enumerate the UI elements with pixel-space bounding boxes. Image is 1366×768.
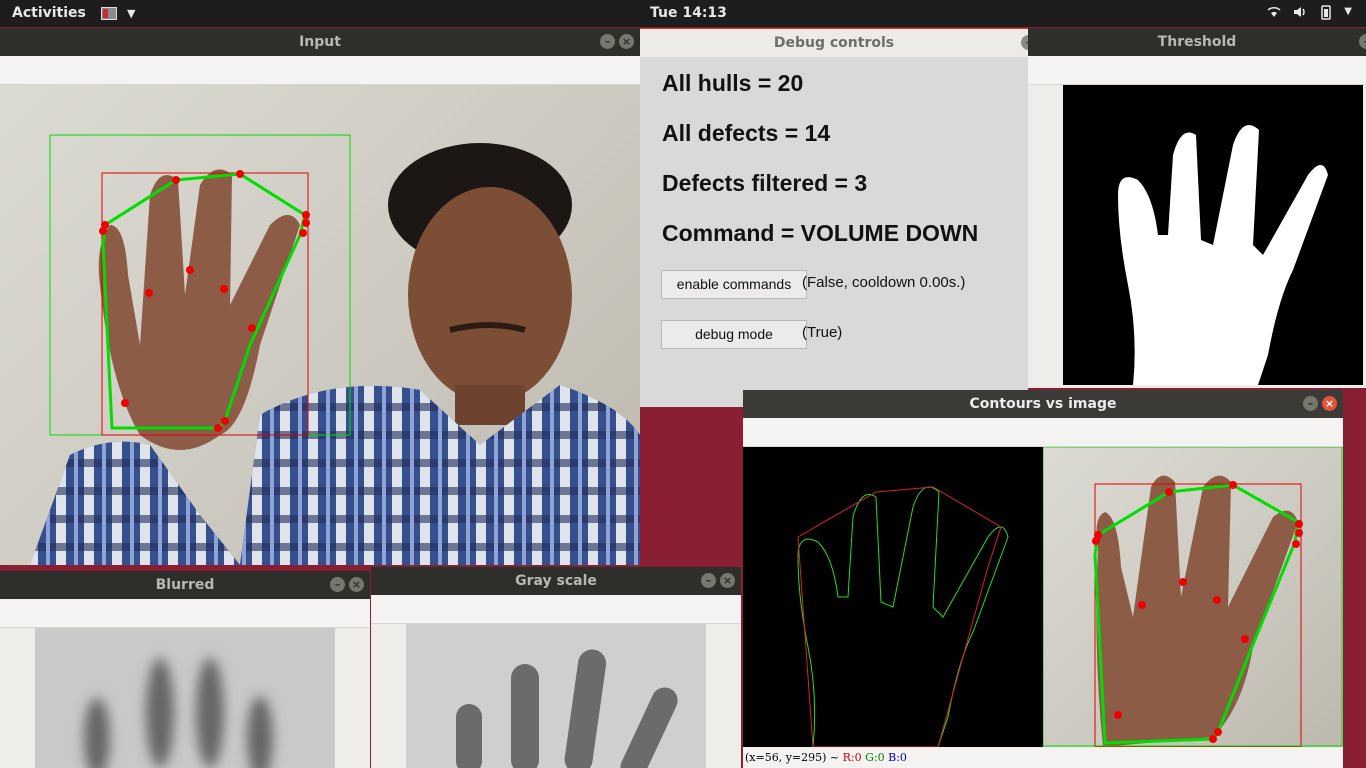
- blurred-titlebar[interactable]: Blurred – ×: [0, 571, 370, 599]
- all-hulls-label: All hulls = 20: [662, 70, 804, 96]
- toolbar: [371, 595, 741, 624]
- all-defects-label: All defects = 14: [662, 120, 831, 146]
- window-title: Threshold: [1157, 34, 1237, 50]
- contour-drawing: [797, 486, 1009, 747]
- toolbar: [0, 56, 640, 85]
- wifi-icon: [1267, 6, 1281, 17]
- minimize-icon[interactable]: –: [330, 577, 345, 592]
- enable-commands-button[interactable]: enable commands: [661, 270, 807, 299]
- top-bar: Activities ▼ Tue 14:13 ▼: [0, 0, 1366, 27]
- debug-mode-button[interactable]: debug mode: [661, 320, 807, 349]
- defects-filtered-label: Defects filtered = 3: [662, 170, 868, 196]
- system-tray[interactable]: ▼: [1266, 4, 1352, 20]
- cursor-position: (x=56, y=295) ~: [745, 751, 843, 764]
- contours-image: [743, 447, 1043, 747]
- window-title: Blurred: [155, 577, 215, 593]
- toolbar: [743, 418, 1343, 447]
- red-value: R:0: [842, 751, 862, 764]
- window-title: Input: [299, 34, 341, 50]
- threshold-window[interactable]: Threshold –: [1028, 28, 1366, 388]
- input-window[interactable]: Input – ×: [0, 28, 640, 565]
- keyboard-layout-icon[interactable]: [101, 7, 117, 20]
- contours-window[interactable]: Contours vs image – × (x=56, y=295) ~ R:…: [743, 390, 1343, 768]
- activities-button[interactable]: Activities: [12, 5, 86, 21]
- minimize-icon[interactable]: –: [1303, 396, 1318, 411]
- battery-icon: [1321, 5, 1332, 20]
- chevron-down-icon: ▼: [1344, 6, 1352, 17]
- threshold-titlebar[interactable]: Threshold –: [1028, 28, 1366, 56]
- blurred-image: [35, 628, 335, 768]
- annotated-image: [1043, 447, 1343, 747]
- minimize-icon[interactable]: –: [1021, 35, 1028, 50]
- window-title: Debug controls: [773, 35, 895, 51]
- input-titlebar[interactable]: Input – ×: [0, 28, 640, 56]
- close-icon[interactable]: ×: [349, 577, 364, 592]
- enable-commands-status: (False, cooldown 0.00s.): [802, 274, 966, 291]
- close-icon[interactable]: ×: [1322, 396, 1337, 411]
- toolbar: [0, 599, 370, 628]
- blurred-hand: [84, 658, 273, 768]
- debug-controls-window[interactable]: Debug controls – All hulls = 20 All defe…: [640, 28, 1028, 407]
- pixel-status-bar: (x=56, y=295) ~ R:0 G:0 B:0: [743, 748, 1343, 768]
- camera-feed: [0, 85, 640, 565]
- debug-titlebar[interactable]: Debug controls –: [640, 29, 1028, 57]
- camera-scene: [30, 134, 640, 565]
- minimize-icon[interactable]: –: [701, 573, 716, 588]
- close-icon[interactable]: ×: [619, 34, 634, 49]
- debug-mode-status: (True): [802, 324, 843, 341]
- grayscale-image: [406, 624, 706, 768]
- close-icon[interactable]: ×: [720, 573, 735, 588]
- grayscale-titlebar[interactable]: Gray scale – ×: [371, 567, 741, 595]
- window-title: Contours vs image: [969, 396, 1117, 412]
- toolbar: [1028, 56, 1366, 85]
- annotated-hand: [1043, 447, 1343, 747]
- window-title: Gray scale: [515, 573, 597, 589]
- green-value: G:0: [865, 751, 885, 764]
- blue-value: B:0: [888, 751, 907, 764]
- volume-icon: [1294, 7, 1306, 17]
- minimize-icon[interactable]: –: [1359, 34, 1366, 49]
- threshold-image: [1063, 85, 1363, 385]
- chevron-down-icon[interactable]: ▼: [127, 7, 135, 20]
- threshold-hand: [1118, 125, 1328, 385]
- command-label: Command = VOLUME DOWN: [662, 220, 979, 246]
- contours-titlebar[interactable]: Contours vs image – ×: [743, 390, 1343, 418]
- grayscale-window[interactable]: Gray scale – ×: [371, 567, 741, 768]
- grayscale-hand: [456, 649, 678, 768]
- clock[interactable]: Tue 14:13: [650, 5, 727, 21]
- minimize-icon[interactable]: –: [600, 34, 615, 49]
- blurred-window[interactable]: Blurred – ×: [0, 571, 370, 768]
